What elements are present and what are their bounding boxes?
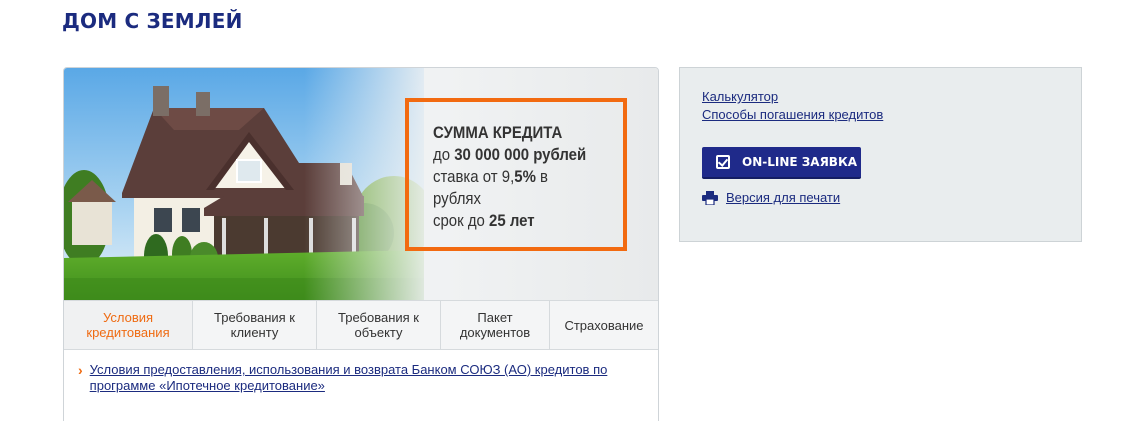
term-value: 25 лет (489, 211, 535, 230)
term-prefix: срок до (433, 211, 490, 230)
loan-amount-value: 30 000 000 рублей (454, 145, 587, 164)
tab-lending-conditions[interactable]: Условия кредитования (64, 301, 193, 349)
tab-property-requirements[interactable]: Требования к объекту (317, 301, 441, 349)
loan-amount-heading: СУММА КРЕДИТА (433, 123, 563, 142)
printer-icon (702, 191, 718, 205)
interest-rate-suffix: в (535, 167, 549, 186)
term-line: срок до 25 лет (433, 210, 600, 232)
repayment-methods-link[interactable]: Способы погашения кредитов (702, 106, 1081, 124)
loan-amount-prefix: до (433, 145, 455, 164)
chevron-right-icon: › (78, 362, 83, 378)
lending-terms-document-link[interactable]: Условия предоставления, использования и … (90, 362, 638, 394)
online-application-button[interactable]: ON-LINE ЗАЯВКА (702, 147, 861, 179)
promo-banner: СУММА КРЕДИТА до 30 000 000 рублей ставк… (64, 68, 658, 300)
document-link-item: › Условия предоставления, использования … (78, 362, 638, 394)
sidebar-panel: Калькулятор Способы погашения кредитов O… (679, 67, 1082, 242)
page-title: ДОМ С ЗЕМЛЕЙ (62, 9, 243, 33)
tab-insurance[interactable]: Страхование (550, 301, 658, 349)
calculator-link[interactable]: Калькулятор (702, 88, 1081, 106)
interest-rate-line: ставка от 9,5% в (433, 166, 600, 188)
product-card: СУММА КРЕДИТА до 30 000 000 рублей ставк… (63, 67, 659, 421)
loan-amount-line: до 30 000 000 рублей (433, 144, 600, 166)
print-version-item: Версия для печати (702, 189, 840, 207)
interest-rate-prefix: ставка от 9, (433, 167, 515, 186)
tab-client-requirements[interactable]: Требования к клиенту (193, 301, 317, 349)
print-version-link[interactable]: Версия для печати (726, 189, 840, 207)
loan-terms-box: СУММА КРЕДИТА до 30 000 000 рублей ставк… (405, 98, 627, 251)
checkbox-icon (716, 155, 730, 169)
currency-line: рублях (433, 189, 482, 208)
online-application-label: ON-LINE ЗАЯВКА (742, 155, 858, 169)
interest-rate-value: 5% (514, 167, 536, 186)
tab-document-package[interactable]: Пакет документов (441, 301, 550, 349)
loan-tabs: Условия кредитования Требования к клиент… (64, 300, 658, 350)
